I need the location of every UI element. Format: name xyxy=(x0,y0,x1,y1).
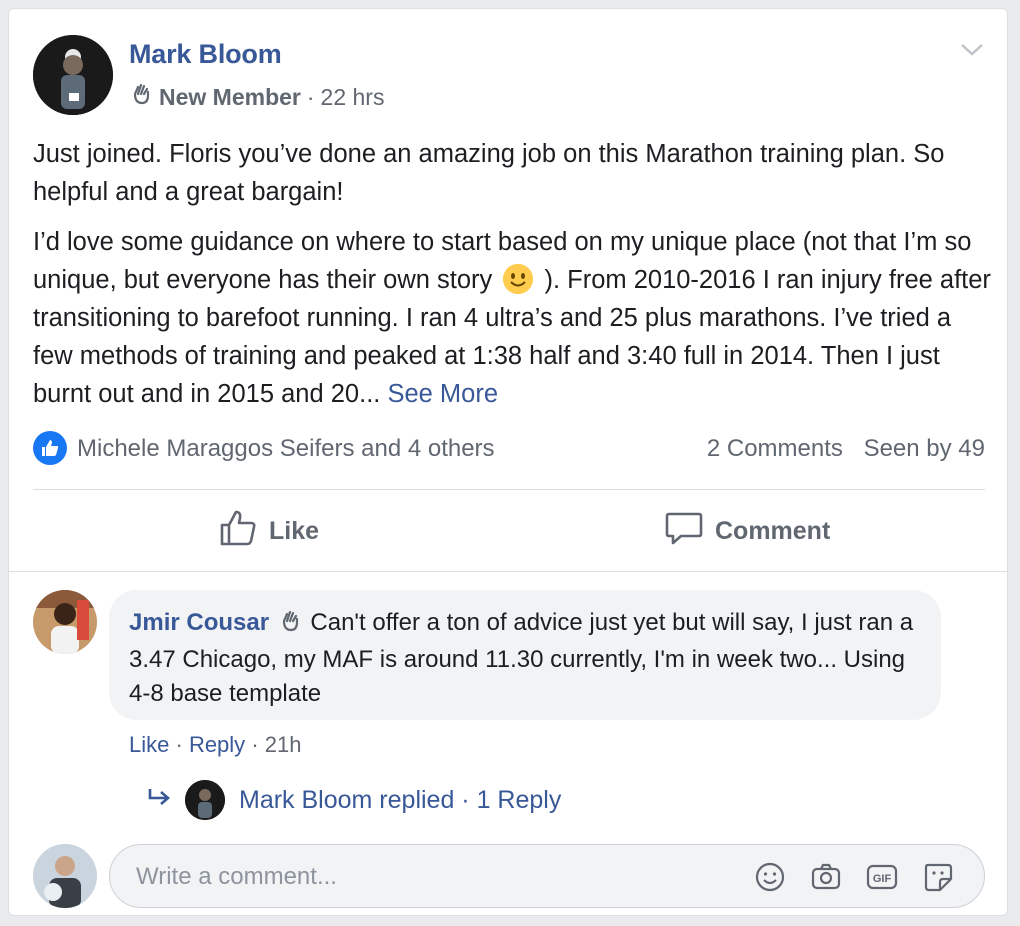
waving-hand-icon xyxy=(129,82,153,112)
comment-count[interactable]: 2 Comments xyxy=(707,435,843,462)
separator: · xyxy=(175,732,189,757)
comment-button[interactable]: Comment xyxy=(665,505,830,557)
chevron-down-icon[interactable] xyxy=(959,39,985,59)
author-avatar[interactable] xyxy=(33,35,113,115)
post-meta: New Member · 22 hrs xyxy=(129,82,384,112)
comment-time[interactable]: 21h xyxy=(265,732,302,757)
comment-author[interactable]: Jmir Cousar xyxy=(129,609,269,636)
view-replies-link[interactable]: Mark Bloom replied · 1 Reply xyxy=(147,780,561,820)
comment-button-label: Comment xyxy=(715,516,831,545)
commenter-avatar[interactable] xyxy=(33,590,97,654)
comment-composer: GIF xyxy=(33,842,985,908)
waving-hand-icon xyxy=(278,609,302,643)
meta-separator: · xyxy=(306,83,315,110)
comments-section: Jmir Cousar Can't offer a ton of advice … xyxy=(9,571,1007,916)
post-paragraph-1: Just joined. Floris you’ve done an amazi… xyxy=(33,140,945,206)
sticker-icon[interactable] xyxy=(922,861,954,893)
gif-icon[interactable]: GIF xyxy=(866,861,898,893)
reply-arrow-icon xyxy=(147,786,173,815)
reactions-row: Michele Maraggos Seifers and 4 others 2 … xyxy=(33,429,985,469)
seen-count[interactable]: Seen by 49 xyxy=(864,435,985,462)
post-body: Just joined. Floris you’ve done an amazi… xyxy=(33,135,993,425)
emoji-icon[interactable] xyxy=(754,861,786,893)
replies-label: Mark Bloom replied · 1 Reply xyxy=(239,785,562,814)
see-more-link[interactable]: See More xyxy=(387,380,498,408)
svg-text:GIF: GIF xyxy=(873,873,892,885)
smile-emoji-icon xyxy=(503,264,534,294)
member-badge[interactable]: New Member xyxy=(159,84,301,111)
camera-icon[interactable] xyxy=(810,861,842,893)
reactors-list[interactable]: Michele Maraggos Seifers and 4 others xyxy=(77,435,495,463)
thumbs-up-icon[interactable] xyxy=(33,431,67,465)
comment-input-wrapper: GIF xyxy=(109,844,985,908)
comment-reply-link[interactable]: Reply xyxy=(189,732,245,757)
comment-bubble: Jmir Cousar Can't offer a ton of advice … xyxy=(109,590,941,720)
comment-like-link[interactable]: Like xyxy=(129,732,169,757)
comment-input[interactable] xyxy=(134,859,718,895)
separator: · xyxy=(251,732,265,757)
engagement-counts: 2 Comments Seen by 49 xyxy=(693,435,985,463)
like-button-label: Like xyxy=(269,516,320,545)
post-card: Mark Bloom New Member · 22 hrs Just join… xyxy=(8,8,1008,916)
post-paragraph-2: I’d love some guidance on where to start… xyxy=(33,223,993,413)
post-time[interactable]: 22 hrs xyxy=(321,84,385,111)
like-button[interactable]: Like xyxy=(219,505,319,557)
thumbs-up-outline-icon xyxy=(219,509,269,554)
divider xyxy=(33,489,985,490)
author-name[interactable]: Mark Bloom xyxy=(129,39,282,70)
speech-bubble-icon xyxy=(665,509,715,554)
comment-actions: Like · Reply · 21h xyxy=(129,732,301,758)
current-user-avatar[interactable] xyxy=(33,844,97,908)
reply-author-avatar xyxy=(185,780,225,820)
